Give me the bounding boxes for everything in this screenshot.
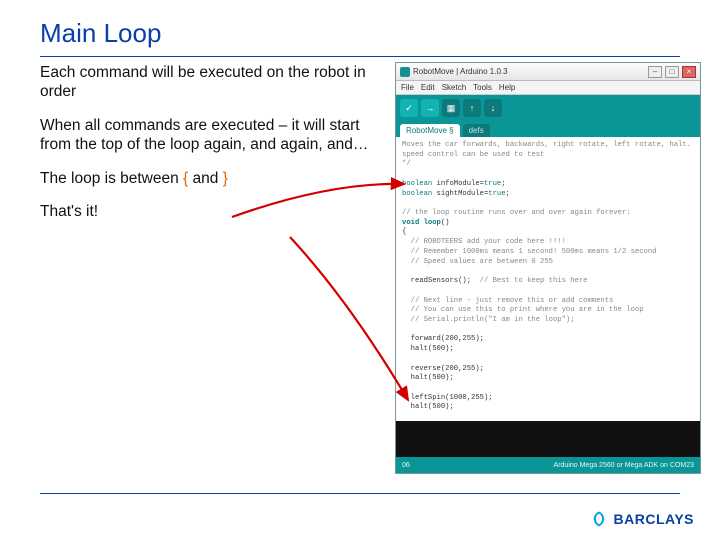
- close-brace: }: [223, 170, 228, 187]
- menu-sketch[interactable]: Sketch: [442, 83, 466, 92]
- maximize-button[interactable]: □: [665, 66, 679, 78]
- code-token: void: [402, 219, 419, 227]
- code-editor[interactable]: Moves the car forwards, backwards, right…: [396, 137, 700, 421]
- code-token: ;: [501, 180, 505, 188]
- menu-help[interactable]: Help: [499, 83, 515, 92]
- ide-titlebar[interactable]: RobotMove | Arduino 1.0.3 – □ ×: [396, 63, 700, 81]
- ide-toolbar: ✓ → ▦ ↑ ↓: [396, 95, 700, 121]
- status-right: Arduino Mega 2560 or Mega ADK on COM23: [554, 462, 694, 469]
- code-line: {: [402, 228, 406, 236]
- code-token: true: [488, 190, 505, 198]
- ide-menu-bar: File Edit Sketch Tools Help: [396, 81, 700, 95]
- code-token: true: [484, 180, 501, 188]
- para-3a: The loop is between: [40, 170, 183, 187]
- code-line: // Next line - just remove this or add c…: [402, 297, 613, 305]
- para-2: When all commands are executed – it will…: [40, 116, 380, 155]
- arduino-icon: [400, 67, 410, 77]
- para-3: The loop is between { and }: [40, 169, 380, 188]
- code-line: // the loop routine runs over and over a…: [402, 209, 631, 217]
- code-token: boolean: [402, 190, 432, 198]
- open-button[interactable]: ↑: [463, 99, 481, 117]
- code-line: */: [402, 160, 411, 168]
- code-line: // You can use this to print where you a…: [402, 306, 644, 314]
- code-token: loop: [419, 219, 441, 227]
- arduino-ide-window: RobotMove | Arduino 1.0.3 – □ × File Edi…: [395, 62, 701, 474]
- code-line: readSensors();: [402, 277, 480, 285]
- code-token: (): [441, 219, 450, 227]
- code-token: sightModule=: [432, 190, 488, 198]
- code-token: ;: [506, 190, 510, 198]
- ide-tabs: RobotMove § defs: [396, 121, 700, 137]
- code-line: // Serial.println("I am in the loop");: [402, 316, 575, 324]
- bottom-rule: [40, 493, 680, 494]
- slide-title: Main Loop: [40, 18, 694, 49]
- para-3mid: and: [188, 170, 222, 187]
- code-line: // Speed values are between 0 255: [402, 258, 553, 266]
- code-line: forward(200,255);: [402, 335, 484, 343]
- code-token: // Best to keep this here: [480, 277, 588, 285]
- code-line: halt(500);: [402, 374, 454, 382]
- verify-button[interactable]: ✓: [400, 99, 418, 117]
- ide-status-bar: 06 Arduino Mega 2560 or Mega ADK on COM2…: [396, 457, 700, 473]
- code-line: halt(500);: [402, 403, 454, 411]
- para-4: That's it!: [40, 202, 380, 221]
- code-token: infoModule=: [432, 180, 484, 188]
- menu-edit[interactable]: Edit: [421, 83, 435, 92]
- tab-defs[interactable]: defs: [463, 124, 490, 137]
- upload-button[interactable]: →: [421, 99, 439, 117]
- tab-robotmove[interactable]: RobotMove §: [400, 124, 460, 137]
- code-line: halt(500);: [402, 345, 454, 353]
- code-line: leftSpin(1000,255);: [402, 394, 493, 402]
- ide-console: [396, 421, 700, 457]
- eagle-icon: [590, 510, 608, 528]
- code-line: speed control can be used to test: [402, 151, 544, 159]
- para-1: Each command will be executed on the rob…: [40, 63, 380, 102]
- code-line: // Remember 1000ms means 1 second! 500ms…: [402, 248, 656, 256]
- ide-window-title: RobotMove | Arduino 1.0.3: [413, 67, 645, 76]
- menu-tools[interactable]: Tools: [473, 83, 492, 92]
- status-left: 06: [402, 462, 410, 469]
- code-token: boolean: [402, 180, 432, 188]
- minimize-button[interactable]: –: [648, 66, 662, 78]
- code-line: // ROBOTEERS add your code here !!!!: [402, 238, 566, 246]
- save-button[interactable]: ↓: [484, 99, 502, 117]
- new-button[interactable]: ▦: [442, 99, 460, 117]
- menu-file[interactable]: File: [401, 83, 414, 92]
- code-line: reverse(200,255);: [402, 365, 484, 373]
- code-line: Moves the car forwards, backwards, right…: [402, 141, 691, 149]
- close-button[interactable]: ×: [682, 66, 696, 78]
- title-underline: [40, 56, 680, 57]
- barclays-logo: BARCLAYS: [590, 510, 695, 528]
- logo-text: BARCLAYS: [614, 511, 695, 527]
- body-text: Each command will be executed on the rob…: [40, 63, 380, 235]
